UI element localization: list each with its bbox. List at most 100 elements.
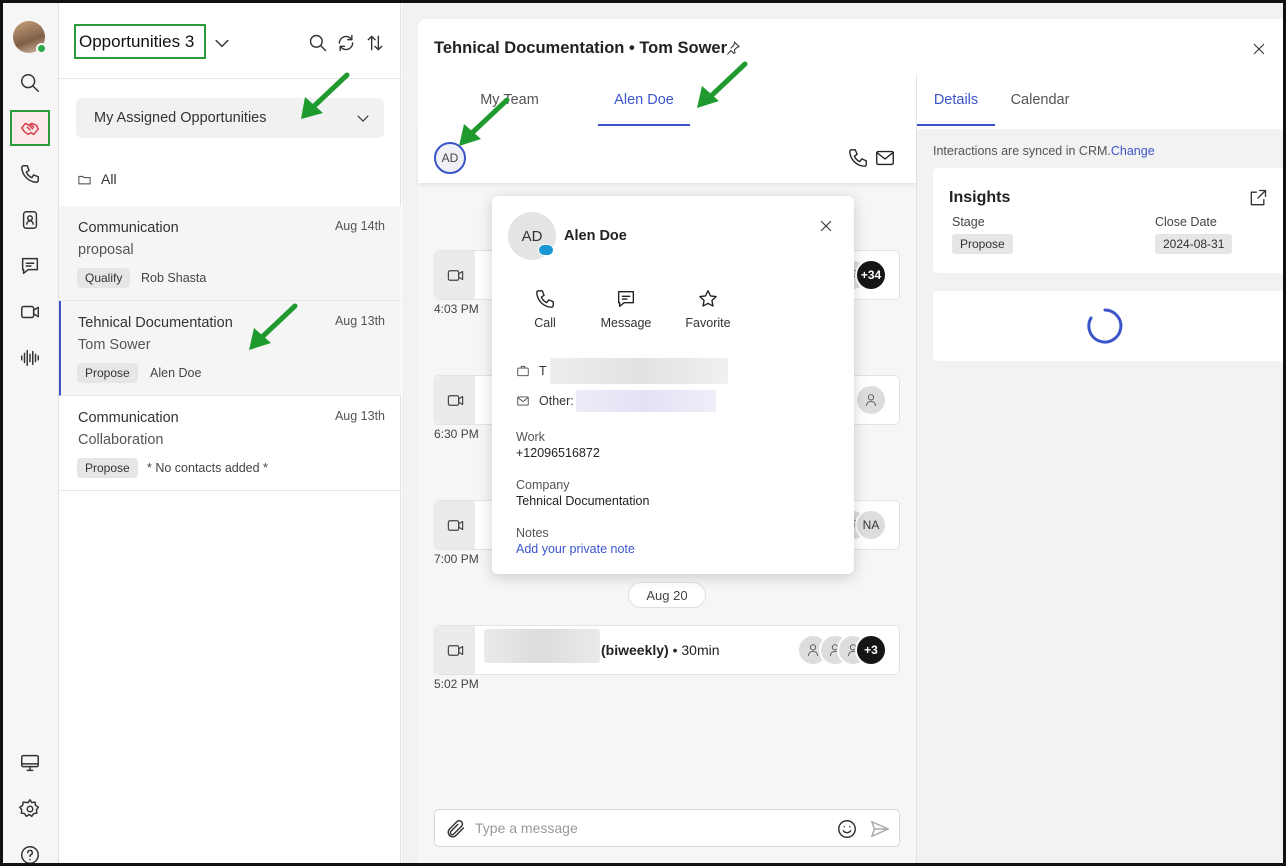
chevron-down-icon (215, 39, 229, 48)
list-dropdown-button[interactable] (212, 33, 232, 53)
row-prefix: T (539, 364, 547, 378)
help-nav-button[interactable] (12, 837, 48, 863)
add-note-link[interactable]: Add your private note (516, 542, 635, 556)
gear-icon (19, 799, 39, 818)
work-label: Work (516, 430, 545, 444)
opportunities-nav-button[interactable] (10, 110, 50, 146)
search-nav-button[interactable] (12, 65, 48, 101)
event-time: 5:02 PM (434, 677, 479, 691)
list-header: Opportunities 3 (59, 3, 401, 79)
meetings-nav-button[interactable] (12, 294, 48, 330)
tab-details[interactable]: Details (917, 92, 995, 108)
tab-alen-doe[interactable]: Alen Doe (598, 92, 690, 108)
opportunity-item[interactable]: Communication Collaboration Aug 13th Pro… (59, 396, 401, 491)
close-conversation-button[interactable] (1251, 41, 1267, 57)
contact-name: Alen Doe (564, 228, 627, 244)
settings-nav-button[interactable] (12, 791, 48, 827)
action-label: Favorite (685, 316, 731, 330)
help-icon (21, 846, 39, 863)
pin-icon (727, 41, 740, 55)
conversation-title: Tehnical Documentation • Tom Sower (434, 39, 728, 57)
crm-sync-notice: Interactions are synced in CRM.Change (933, 144, 1155, 158)
tab-my-team[interactable]: My Team (462, 92, 557, 108)
all-label: All (101, 171, 117, 187)
timeline-pane: My Team Alen Doe AD +34 4:03 PM 6:30 PM … (418, 75, 916, 863)
contact-favorite-action[interactable]: Favorite (673, 288, 743, 330)
phone-icon (536, 290, 554, 308)
opportunity-owner: * No contacts added * (147, 461, 268, 475)
presence-dot (36, 43, 47, 54)
mail-icon (876, 150, 894, 166)
contacts-nav-button[interactable] (12, 202, 48, 238)
opportunity-filter-select[interactable]: My Assigned Opportunities (76, 98, 384, 138)
notes-label: Notes (516, 526, 549, 540)
video-icon (447, 269, 463, 281)
close-icon (820, 220, 832, 232)
pin-button[interactable] (725, 40, 741, 56)
star-icon (699, 290, 717, 307)
calls-nav-button[interactable] (12, 156, 48, 192)
messages-nav-button[interactable] (12, 248, 48, 284)
stage-label: Stage (952, 215, 985, 229)
details-pane: Details Calendar Interactions are synced… (916, 75, 1283, 863)
loading-card (933, 291, 1283, 361)
refresh-button[interactable] (336, 33, 356, 53)
opportunity-item-selected[interactable]: Tehnical Documentation Tom Sower Aug 13t… (59, 301, 401, 396)
video-icon (21, 305, 39, 319)
contact-card-popover: AD Alen Doe Call Message Favorite T Othe… (492, 196, 854, 574)
company-value: Tehnical Documentation (516, 494, 650, 508)
opportunity-subtitle: Collaboration (78, 432, 164, 448)
message-input[interactable] (475, 817, 825, 839)
contact-message-action[interactable]: Message (591, 288, 661, 330)
sort-button[interactable] (365, 33, 385, 53)
loading-spinner-icon (1087, 308, 1123, 344)
all-folder-row[interactable]: All (77, 171, 117, 187)
email-button[interactable] (874, 147, 896, 169)
tab-calendar[interactable]: Calendar (1005, 92, 1075, 108)
external-link-icon (1250, 189, 1267, 206)
contact-email-row[interactable]: Other: (516, 390, 716, 412)
video-icon (447, 519, 463, 531)
contacts-icon (22, 211, 38, 229)
stage-badge: Qualify (77, 268, 131, 288)
date-divider: Aug 20 (628, 582, 706, 608)
sort-icon (367, 35, 383, 51)
work-phone[interactable]: +12096516872 (516, 446, 600, 460)
emoji-button[interactable] (836, 818, 858, 840)
meeting-event[interactable]: (biweekly) • 30min +3 (434, 625, 900, 675)
event-type (435, 626, 475, 674)
stage-badge: Propose (77, 458, 138, 478)
call-button[interactable] (847, 147, 869, 169)
send-button[interactable] (869, 818, 891, 840)
close-popover-button[interactable] (818, 218, 834, 234)
opportunity-owner: Rob Shasta (141, 271, 207, 285)
open-external-button[interactable] (1248, 188, 1268, 208)
opportunity-name: Tehnical Documentation (78, 315, 233, 331)
voice-nav-button[interactable] (12, 340, 48, 376)
desktop-nav-button[interactable] (12, 745, 48, 781)
close-date-value: 2024-08-31 (1155, 234, 1233, 254)
event-type (435, 376, 475, 424)
participant-count: +34 (855, 259, 887, 291)
action-label: Message (600, 316, 652, 330)
user-avatar[interactable] (13, 21, 47, 54)
active-tab-indicator (917, 124, 995, 126)
opportunity-name: Communication (78, 410, 179, 426)
contact-call-action[interactable]: Call (510, 288, 580, 330)
attach-button[interactable] (445, 818, 467, 840)
change-crm-link[interactable]: Change (1111, 144, 1155, 158)
refresh-icon (338, 34, 354, 52)
opportunity-item[interactable]: Communication proposal Aug 14th Qualify … (59, 206, 401, 301)
redacted-value (575, 390, 716, 412)
handshake-icon (21, 122, 39, 136)
member-avatar-chip[interactable]: AD (434, 142, 466, 174)
redacted-title (484, 629, 600, 663)
event-title: (biweekly) • 30min (601, 642, 720, 658)
participant-initials: NA (855, 509, 887, 541)
chevron-down-icon (357, 115, 369, 122)
phone-icon (21, 165, 39, 183)
insights-card: Insights Stage Propose Close Date 2024-0… (933, 168, 1283, 273)
participant-count: +3 (855, 634, 887, 666)
list-search-button[interactable] (308, 33, 328, 53)
action-label: Call (534, 316, 556, 330)
